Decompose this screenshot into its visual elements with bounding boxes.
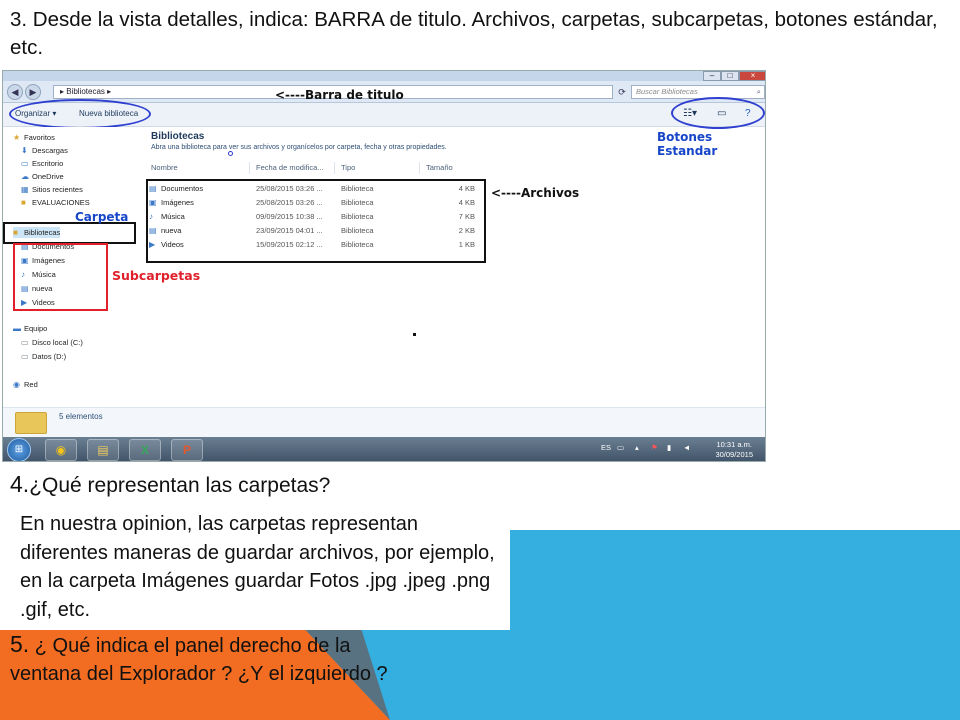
nav-desktop[interactable]: ▭ Escritorio: [21, 158, 63, 169]
network-tray-icon[interactable]: ▮: [667, 443, 671, 452]
back-icon[interactable]: ◀: [7, 84, 23, 100]
column-type[interactable]: Tipo: [341, 163, 355, 172]
search-placeholder: Buscar Bibliotecas: [636, 87, 698, 96]
folder-icon: [15, 412, 47, 434]
title-bar: – □ ×: [3, 71, 765, 81]
clock-time: 10:31 a.m.: [716, 440, 752, 449]
folder-highlight-box: [3, 222, 136, 244]
drive-icon: ▭: [21, 352, 29, 361]
language-indicator[interactable]: ES: [601, 443, 611, 452]
column-separator: [249, 162, 250, 174]
powerpoint-icon[interactable]: P: [171, 439, 203, 461]
download-icon: ⬇: [21, 146, 28, 155]
column-separator: [334, 162, 335, 174]
desktop-icon: ▭: [21, 159, 29, 168]
star-icon: ★: [13, 133, 21, 142]
folder-annotation: Carpeta: [75, 210, 129, 224]
item-count: 5 elementos: [59, 412, 103, 421]
stray-dot: [413, 333, 416, 336]
column-name[interactable]: Nombre: [151, 163, 178, 172]
maximize-button[interactable]: □: [721, 71, 739, 81]
nav-evaluaciones[interactable]: ■ EVALUACIONES: [21, 197, 90, 208]
search-icon: ⌕: [756, 87, 761, 96]
clock-date: 30/09/2015: [715, 450, 753, 459]
folder-icon: ■: [21, 198, 26, 207]
network-icon: ◉: [13, 380, 20, 389]
start-button[interactable]: ⊞: [7, 438, 31, 461]
volume-icon[interactable]: ◄: [683, 443, 690, 452]
title-bar-annotation: <----Barra de titulo: [275, 88, 404, 102]
recent-places-icon: ▦: [21, 185, 29, 194]
nav-network[interactable]: ◉ Red: [13, 379, 38, 390]
question-5-text: ¿ Qué indica el panel derecho de la vent…: [10, 635, 388, 685]
clock[interactable]: 10:31 a.m. 30/09/2015: [715, 440, 753, 460]
show-hidden-icons[interactable]: ▴: [635, 443, 639, 452]
action-center-icon[interactable]: ⚑: [651, 443, 658, 452]
details-pane: 5 elementos: [3, 407, 765, 437]
taskbar: ⊞ ◉ ▤ X P ES ▭ ▴ ⚑ ▮ ◄ 10:31 a.m. 30/09/…: [3, 437, 765, 461]
computer-icon: ▬: [13, 324, 21, 333]
subfolders-highlight-box: [13, 243, 108, 311]
files-annotation: <----Archivos: [491, 186, 580, 200]
explorer-icon[interactable]: ▤: [87, 439, 119, 461]
search-input[interactable]: Buscar Bibliotecas ⌕: [631, 85, 765, 99]
drive-icon: ▭: [21, 338, 29, 347]
question-4: 4.¿Qué representan las carpetas?: [10, 470, 330, 500]
question-4-number: 4.: [10, 471, 30, 497]
excel-icon[interactable]: X: [129, 439, 161, 461]
question-3: 3. Desde la vista detalles, indica: BARR…: [10, 8, 938, 59]
question-5: 5. ¿ Qué indica el panel derecho de la v…: [10, 630, 410, 688]
library-subtitle: Abra una biblioteca para ver sus archivo…: [151, 144, 447, 151]
standard-buttons-highlight-ellipse: [671, 97, 765, 129]
close-button[interactable]: ×: [739, 71, 765, 81]
answer-text: En nuestra opinion, las carpetas represe…: [20, 513, 495, 621]
toolbar-highlight-ellipse: [9, 99, 151, 129]
forward-icon[interactable]: ▶: [25, 84, 41, 100]
nav-disk-c[interactable]: ▭ Disco local (C:): [21, 337, 83, 348]
nav-recent[interactable]: ▦ Sitios recientes: [21, 184, 83, 195]
window-controls: – □ ×: [703, 71, 765, 81]
content-pane: Bibliotecas Abra una biblioteca para ver…: [141, 127, 765, 407]
minimize-button[interactable]: –: [703, 71, 721, 81]
library-title: Bibliotecas: [151, 131, 205, 142]
nav-favorites[interactable]: ★ Favoritos: [13, 132, 55, 143]
nav-disk-d[interactable]: ▭ Datos (D:): [21, 351, 66, 362]
nav-computer[interactable]: ▬ Equipo: [13, 323, 47, 334]
files-highlight-box: [146, 179, 486, 263]
subfolders-annotation: Subcarpetas: [112, 268, 201, 283]
keyboard-icon[interactable]: ▭: [617, 443, 624, 452]
column-size[interactable]: Tamaño: [426, 163, 453, 172]
column-separator: [419, 162, 420, 174]
nav-downloads[interactable]: ⬇ Descargas: [21, 145, 68, 156]
column-date[interactable]: Fecha de modifica...: [256, 163, 324, 172]
question-5-number: 5.: [10, 631, 30, 657]
explorer-screenshot: – □ × ◀ ▶ ▸ Bibliotecas ▸ ⟳ Buscar Bibli…: [2, 70, 766, 462]
chrome-icon[interactable]: ◉: [45, 439, 77, 461]
nav-onedrive[interactable]: ☁ OneDrive: [21, 171, 64, 182]
standard-buttons-annotation: Botones Estandar: [657, 130, 718, 158]
question-4-text: ¿Qué representan las carpetas?: [29, 474, 331, 497]
cloud-icon: ☁: [21, 172, 29, 181]
refresh-icon[interactable]: ⟳: [615, 85, 629, 99]
